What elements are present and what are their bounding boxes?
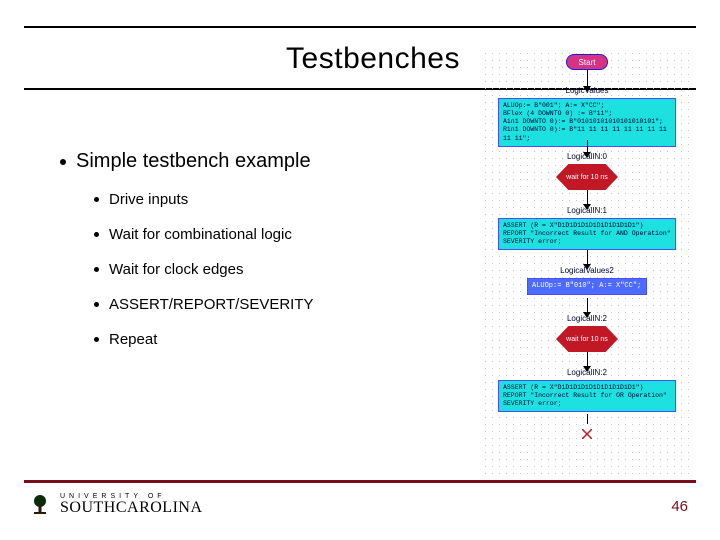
sub-bullet-text: Drive inputs — [109, 191, 188, 208]
sub-bullet-text: ASSERT/REPORT/SEVERITY — [109, 296, 314, 313]
bullet-dot-icon — [94, 302, 99, 307]
flow-label: LogicValues — [482, 86, 692, 95]
bullet-dot-icon — [94, 267, 99, 272]
wait-text: wait for 10 ns — [566, 336, 608, 343]
sub-bullet-text: Repeat — [109, 331, 157, 348]
flow-label: LogicalIN:2 — [482, 368, 692, 377]
code-text: ALUOp:= B"010"; A:= X"CC"; — [532, 282, 641, 290]
page-number: 46 — [671, 498, 688, 515]
flow-start: Start — [482, 54, 692, 70]
sub-bullets: Drive inputs Wait for combinational logi… — [94, 191, 450, 348]
rule-top — [24, 26, 696, 28]
flow-box-assert: ASSERT (R = X"D1D1D1D1D1D1D1D1D1D1") REP… — [482, 218, 692, 250]
label-text: LogicalIN:2 — [482, 314, 692, 323]
code-text: ASSERT (R = X"D1D1D1D1D1D1D1D1D1D1") REP… — [503, 384, 667, 407]
flow-label: LogicalIN:0 — [482, 152, 692, 161]
university-big: SOUTHCAROLINA — [60, 500, 203, 516]
label-text: LogicValues — [482, 86, 692, 95]
code-box: ASSERT (R = X"D1D1D1D1D1D1D1D1D1D1") REP… — [498, 218, 676, 250]
code-box: ASSERT (R = X"D1D1D1D1D1D1D1D1D1D1") REP… — [498, 380, 676, 412]
start-label: Start — [579, 58, 596, 67]
sub-bullet: Drive inputs — [94, 191, 450, 208]
wait-node: wait for 10 ns — [556, 164, 618, 190]
code-box: ALUOp:= B"010"; A:= X"CC"; — [527, 278, 647, 295]
sub-bullet-text: Wait for clock edges — [109, 261, 244, 278]
flow-wait: wait for 10 ns — [482, 326, 692, 352]
flow-wait: wait for 10 ns — [482, 164, 692, 190]
bullet-dot-icon — [94, 197, 99, 202]
flow-label: LogicalIN:1 — [482, 206, 692, 215]
start-node: Start — [566, 54, 608, 70]
wait-text: wait for 10 ns — [566, 174, 608, 181]
footer: UNIVERSITY OF SOUTHCAROLINA — [28, 492, 203, 516]
sub-bullet: Wait for clock edges — [94, 261, 450, 278]
label-text: LogicalIN:1 — [482, 206, 692, 215]
label-text: LogicalIN:2 — [482, 368, 692, 377]
flow-box-aluop: ALUOp:= B"010"; A:= X"CC"; — [482, 278, 692, 295]
flow-label: LogicalIN:2 — [482, 314, 692, 323]
flowchart: Start LogicValues ALUOp:= B"001"; A:= X"… — [482, 50, 692, 475]
bullet-dot-icon — [94, 232, 99, 237]
slide: Testbenches Simple testbench example Dri… — [0, 0, 720, 540]
bullet-main: Simple testbench example — [60, 150, 450, 173]
rule-bottom — [24, 480, 696, 483]
sub-bullet-text: Wait for combinational logic — [109, 226, 292, 243]
connector — [482, 414, 692, 424]
label-text: LogicalIN:0 — [482, 152, 692, 161]
slide-title: Testbenches — [0, 42, 460, 76]
bullet-dot-icon — [60, 159, 66, 165]
code-text: ALUOp:= B"001"; A:= X"CC"; BFlex (4 DOWN… — [503, 102, 667, 142]
sub-bullet: ASSERT/REPORT/SEVERITY — [94, 296, 450, 313]
university-logo-icon — [28, 492, 52, 516]
flow-label: LogicalValues2 — [482, 266, 692, 275]
bullet-dot-icon — [94, 337, 99, 342]
wait-node: wait for 10 ns — [556, 326, 618, 352]
sub-bullet: Wait for combinational logic — [94, 226, 450, 243]
code-text: ASSERT (R = X"D1D1D1D1D1D1D1D1D1D1") REP… — [503, 222, 671, 245]
end-marker-icon — [582, 426, 592, 436]
flow-end — [482, 426, 692, 436]
flow-box-assert: ASSERT (R = X"D1D1D1D1D1D1D1D1D1D1") REP… — [482, 380, 692, 412]
bullet-main-text: Simple testbench example — [76, 150, 311, 173]
university-wordmark: UNIVERSITY OF SOUTHCAROLINA — [60, 493, 203, 516]
content-area: Simple testbench example Drive inputs Wa… — [60, 150, 450, 366]
sub-bullet: Repeat — [94, 331, 450, 348]
label-text: LogicalValues2 — [482, 266, 692, 275]
